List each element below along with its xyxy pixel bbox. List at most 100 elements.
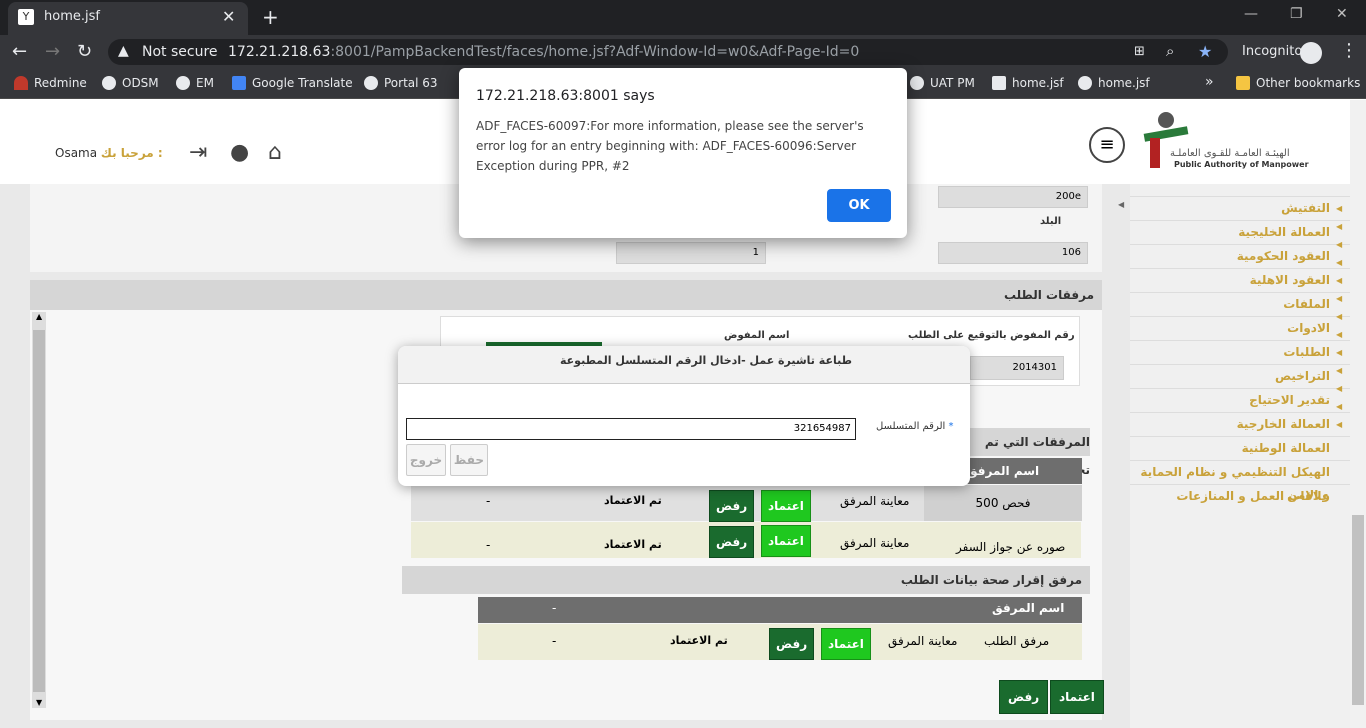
redmine-icon bbox=[14, 76, 28, 90]
field-value-3[interactable]: 1 bbox=[616, 242, 766, 264]
approve-button[interactable]: اعتماد bbox=[761, 525, 811, 557]
note-text: - bbox=[486, 494, 491, 508]
sidebar-item[interactable]: تقدير الاحتياج bbox=[1130, 388, 1350, 412]
view-attachment-link[interactable]: معاينة المرفق bbox=[888, 634, 957, 648]
inner-scroll-thumb[interactable] bbox=[33, 330, 45, 692]
bookmark-em[interactable]: EM bbox=[176, 76, 214, 90]
org-name-en: Public Authority of Manpower bbox=[1174, 160, 1309, 169]
field-value-1[interactable]: 200e bbox=[938, 186, 1088, 208]
sidebar-item[interactable]: علاقات العمل و المنازعات bbox=[1130, 484, 1350, 508]
minimize-icon[interactable]: — bbox=[1244, 6, 1258, 22]
exit-button[interactable]: خروج bbox=[406, 444, 446, 476]
sidebar-item[interactable]: التفتيش bbox=[1130, 196, 1350, 220]
attachment-name: مرفق الطلب bbox=[984, 634, 1050, 648]
bookmark-uat-pm[interactable]: UAT PM bbox=[910, 76, 975, 90]
bookmark-portal-63[interactable]: Portal 63 bbox=[364, 76, 438, 90]
url-text[interactable]: 172.21.218.63:8001/PampBackendTest/faces… bbox=[228, 44, 859, 60]
back-icon[interactable]: ← bbox=[12, 41, 27, 62]
greeting: Osama مرحبا بك : bbox=[55, 146, 163, 160]
approve-button[interactable]: اعتماد bbox=[761, 490, 811, 522]
serial-label-text: الرقم المتسلسل bbox=[876, 421, 946, 432]
logout-icon[interactable]: ⇥ bbox=[189, 140, 207, 165]
sidebar-item[interactable]: الادوات bbox=[1130, 316, 1350, 340]
status-text: تم الاعتماد bbox=[670, 634, 728, 647]
logo-bar bbox=[1150, 138, 1160, 168]
new-tab-icon[interactable]: + bbox=[262, 5, 279, 29]
reject-all-button[interactable]: رفض bbox=[999, 680, 1049, 714]
sidebar-collapse-icon[interactable]: ◀ bbox=[1118, 200, 1124, 209]
save-button[interactable]: حفظ bbox=[450, 444, 488, 476]
forward-icon[interactable]: → bbox=[45, 41, 60, 62]
zoom-icon[interactable]: ⌕ bbox=[1166, 42, 1174, 60]
tab-title: home.jsf bbox=[44, 9, 100, 24]
bookmark-google-translate[interactable]: Google Translate bbox=[232, 76, 353, 90]
globe-icon bbox=[176, 76, 190, 90]
required-mark: * bbox=[948, 421, 954, 432]
reject-button[interactable]: رفض bbox=[709, 526, 755, 558]
dialog-title: طباعة تاشيرة عمل -ادخال الرقم المتسلسل ا… bbox=[560, 354, 852, 367]
user-icon[interactable]: ● bbox=[230, 140, 249, 165]
sidebar-item[interactable]: العمالة الخليجية bbox=[1130, 220, 1350, 244]
warning-icon[interactable]: ▲ bbox=[118, 43, 129, 59]
sign-label: رقم المفوض بالتوقيع على الطلب bbox=[908, 330, 1075, 341]
sidebar-item[interactable]: العقود الاهلية bbox=[1130, 268, 1350, 292]
globe-icon bbox=[102, 76, 116, 90]
field-value-2[interactable]: 106 bbox=[938, 242, 1088, 264]
security-label[interactable]: Not secure bbox=[142, 44, 218, 60]
bookmark-home-jsf-1[interactable]: home.jsf bbox=[992, 76, 1064, 90]
view-attachment-link[interactable]: معاينة المرفق bbox=[840, 494, 909, 508]
reload-icon[interactable]: ↻ bbox=[77, 41, 92, 62]
bookmark-odsm[interactable]: ODSM bbox=[102, 76, 159, 90]
sidebar-item[interactable]: العمالة الخارجية bbox=[1130, 412, 1350, 436]
menu-icon[interactable]: ⋮ bbox=[1340, 40, 1358, 61]
serial-input[interactable]: 321654987 bbox=[406, 418, 856, 440]
uploaded-section-title: المرفقات التي تم تحميلها bbox=[960, 428, 1090, 477]
note-text: - bbox=[486, 538, 491, 552]
alert-title: 172.21.218.63:8001 says bbox=[476, 88, 655, 104]
translate-icon bbox=[232, 76, 246, 90]
sidebar-item[interactable]: العمالة الوطنية bbox=[1130, 436, 1350, 460]
org-name-ar: الهيئـة العامـة للقـوى العاملـة bbox=[1170, 148, 1290, 159]
sidebar-item[interactable]: الملفات bbox=[1130, 292, 1350, 316]
page-scroll-thumb[interactable] bbox=[1352, 515, 1364, 705]
scroll-down-icon[interactable]: ▼ bbox=[36, 698, 42, 707]
delegate-label: اسم المفوض bbox=[724, 330, 790, 341]
close-icon[interactable]: ✕ bbox=[222, 7, 235, 26]
reject-button[interactable]: رفض bbox=[709, 490, 755, 522]
serial-label: * الرقم المتسلسل bbox=[876, 421, 954, 432]
incognito-label[interactable]: Incognito bbox=[1242, 44, 1302, 59]
sidebar-item[interactable]: الهيكل التنظيمي و نظام الحماية و الامن bbox=[1130, 460, 1350, 502]
approve-all-button[interactable]: اعتماد bbox=[1050, 680, 1104, 714]
bookmark-redmine[interactable]: Redmine bbox=[14, 76, 87, 90]
hamburger-menu-icon[interactable]: ≡ bbox=[1089, 127, 1125, 163]
sidebar-item[interactable]: العقود الحكومية bbox=[1130, 244, 1350, 268]
maximize-icon[interactable]: ❐ bbox=[1290, 6, 1303, 22]
folder-icon bbox=[1236, 76, 1250, 90]
sidebar-item[interactable]: التراخيص bbox=[1130, 364, 1350, 388]
incognito-icon[interactable] bbox=[1300, 42, 1322, 64]
scroll-up-icon[interactable]: ▲ bbox=[36, 312, 42, 321]
sidebar-arrows: ◀ ◀ ◀ ◀ ◀ ◀ ◀ ◀ ◀ ◀ ◀ ◀ ◀ bbox=[1336, 204, 1343, 429]
globe-icon bbox=[910, 76, 924, 90]
sidebar-item[interactable]: الطلبات bbox=[1130, 340, 1350, 364]
alert-message: ADF_FACES-60097:For more information, pl… bbox=[476, 119, 864, 173]
attachment-name: فحص 500 bbox=[924, 485, 1082, 521]
chevron-more-icon[interactable]: » bbox=[1205, 74, 1214, 90]
reject-button[interactable]: رفض bbox=[769, 628, 815, 660]
status-text: تم الاعتماد bbox=[604, 494, 662, 507]
window-close-icon[interactable]: ✕ bbox=[1336, 6, 1348, 22]
approve-button[interactable]: اعتماد bbox=[821, 628, 871, 660]
url-host: 172.21.218.63 bbox=[228, 44, 331, 60]
bookmark-home-jsf-2[interactable]: home.jsf bbox=[1078, 76, 1150, 90]
attachments-section-title: مرفقات الطلب bbox=[30, 280, 1102, 310]
ok-button[interactable]: OK bbox=[827, 189, 891, 222]
sign-number-field[interactable]: 2014301 bbox=[970, 356, 1064, 380]
bookmark-other[interactable]: Other bookmarks bbox=[1236, 76, 1360, 90]
star-icon[interactable]: ★ bbox=[1198, 42, 1212, 61]
translate-icon[interactable]: ⊞ bbox=[1134, 44, 1145, 59]
country-label: البلد bbox=[1040, 216, 1062, 227]
globe-icon bbox=[364, 76, 378, 90]
view-attachment-link[interactable]: معاينة المرفق bbox=[840, 536, 909, 550]
home-icon[interactable]: ⌂ bbox=[268, 140, 282, 165]
note-text: - bbox=[552, 634, 557, 648]
